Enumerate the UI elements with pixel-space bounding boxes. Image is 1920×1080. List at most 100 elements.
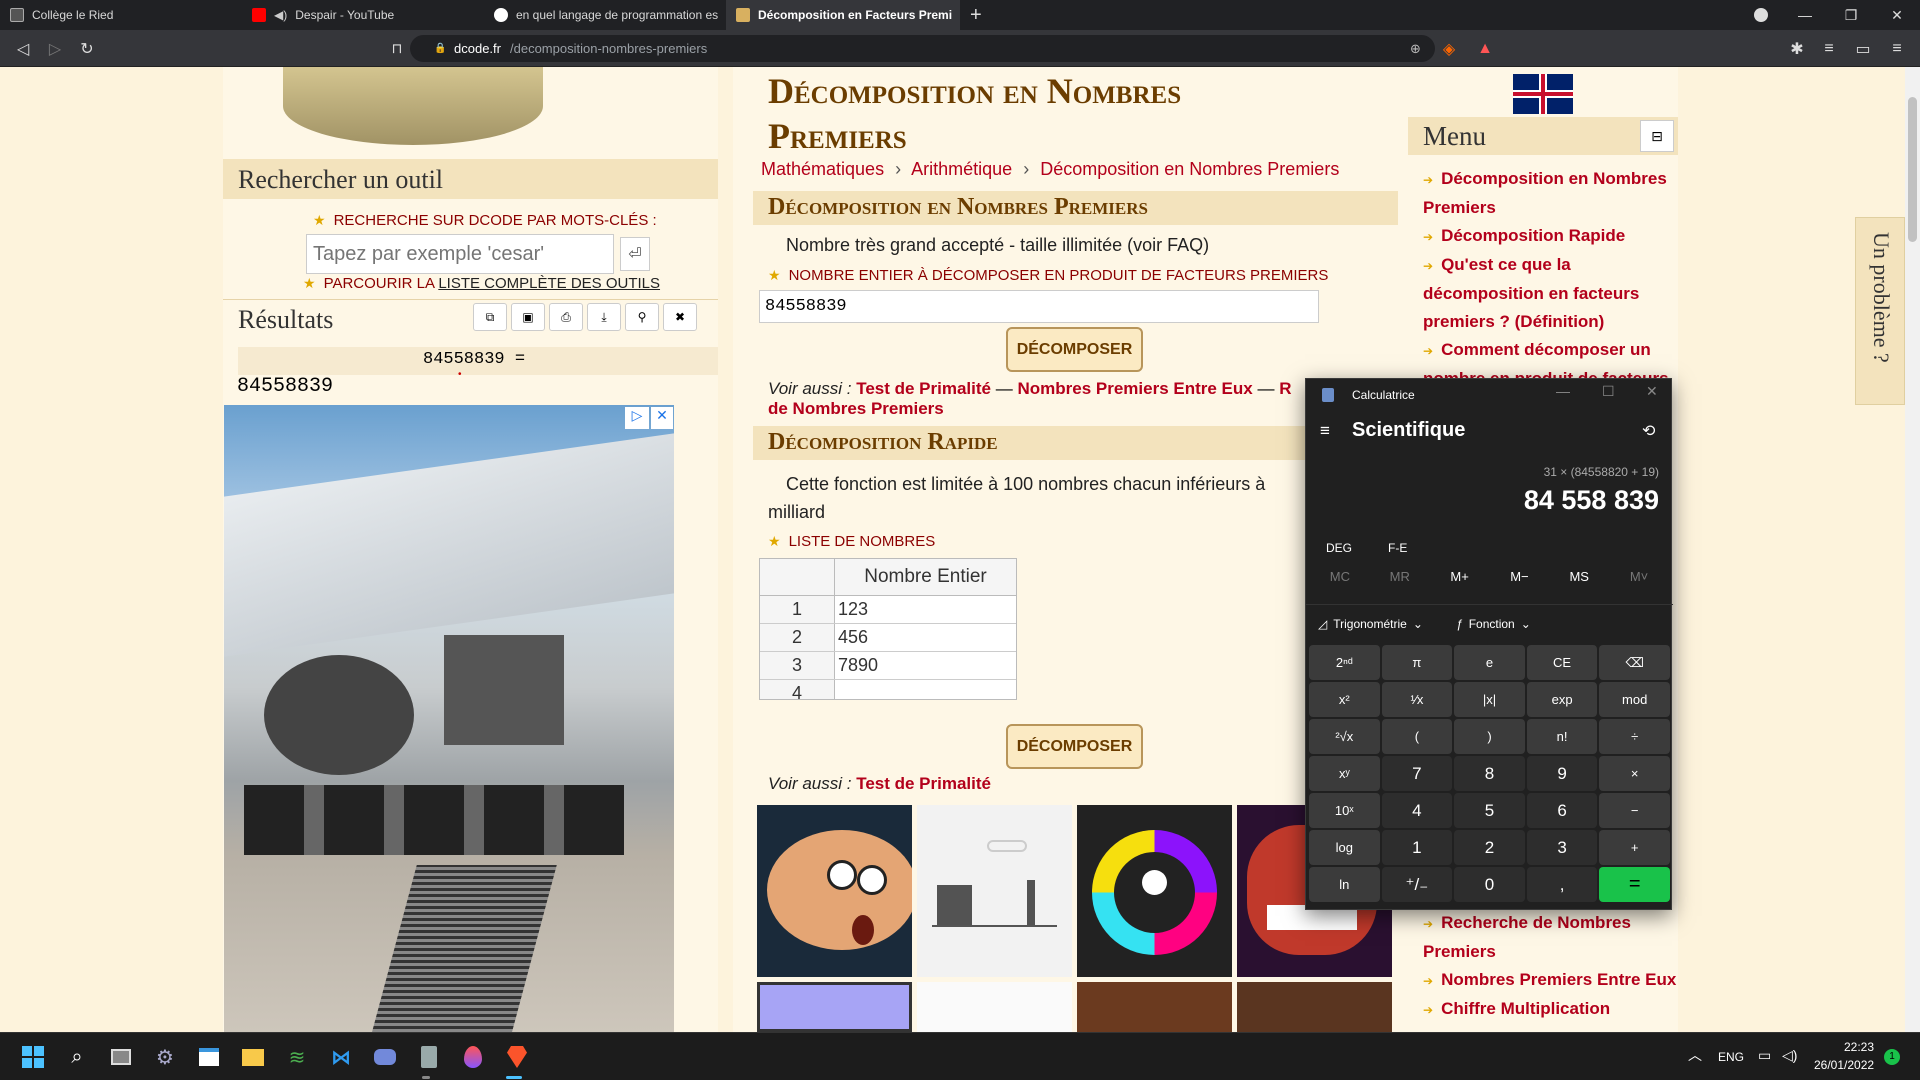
close-window-icon[interactable]: ✕: [1874, 0, 1920, 30]
game-thumbnail[interactable]: [1077, 805, 1232, 977]
store-icon[interactable]: [194, 1042, 224, 1072]
playlist-icon[interactable]: ≡: [1814, 30, 1844, 67]
problem-tab[interactable]: Un problème ?: [1855, 217, 1905, 405]
flame-app-icon[interactable]: [458, 1042, 488, 1072]
full-tools-list-link[interactable]: LISTE COMPLÈTE DES OUTILS: [438, 275, 660, 292]
decompose-button[interactable]: DÉCOMPOSER: [1006, 327, 1143, 372]
ln-key[interactable]: ln: [1309, 867, 1380, 902]
tab-google[interactable]: en quel langage de programmation es: [484, 0, 724, 30]
clock-time[interactable]: 22:23: [1814, 1040, 1874, 1054]
table-row[interactable]: 2 456: [760, 624, 1016, 652]
menu-item-cont[interactable]: premiers ? (Définition): [1423, 308, 1678, 336]
extensions-icon[interactable]: ✱: [1782, 30, 1812, 67]
factorial-key[interactable]: n!: [1526, 719, 1598, 754]
digit-6-key[interactable]: 6: [1526, 793, 1598, 828]
abs-key[interactable]: |x|: [1454, 682, 1525, 717]
page-scrollbar[interactable]: [1905, 67, 1920, 1032]
url-bar[interactable]: 🔒 dcode.fr /decomposition-nombres-premie…: [410, 35, 1435, 62]
see-also-link[interactable]: Nombres Premiers Entre Eux: [1017, 379, 1252, 398]
row-value[interactable]: 123: [835, 596, 1016, 623]
scrollbar-thumb[interactable]: [1908, 97, 1917, 242]
forward-icon[interactable]: ▷: [40, 30, 70, 67]
trigonometry-dropdown[interactable]: ◿ Trigonométrie ⌄: [1318, 617, 1423, 631]
tab-search-icon[interactable]: [1738, 0, 1784, 30]
zoom-icon[interactable]: ⊕: [1410, 41, 1421, 57]
calculator-taskbar-icon[interactable]: [414, 1042, 444, 1072]
see-also-link[interactable]: Test de Primalité: [856, 379, 991, 398]
menu-item-cont[interactable]: Premiers: [1423, 194, 1678, 222]
numbers-table[interactable]: Nombre Entier 1 123 2 456 3 7890 4: [759, 558, 1017, 700]
menu-item[interactable]: ➔ Décomposition Rapide: [1423, 222, 1678, 251]
restore-icon[interactable]: ❐: [1828, 0, 1874, 30]
minimize-icon[interactable]: —: [1782, 0, 1828, 30]
digit-7-key[interactable]: 7: [1381, 756, 1453, 791]
new-tab-button[interactable]: +: [970, 4, 982, 27]
e-key[interactable]: e: [1454, 645, 1525, 680]
square-key[interactable]: x²: [1309, 682, 1380, 717]
tab-college[interactable]: Collège le Ried: [0, 0, 240, 30]
fe-toggle[interactable]: F-E: [1388, 541, 1407, 555]
search-submit-icon[interactable]: ⏎: [620, 237, 650, 271]
volume-icon[interactable]: ◁): [1782, 1047, 1797, 1064]
row-value[interactable]: 456: [835, 624, 1016, 651]
digit-0-key[interactable]: 0: [1454, 867, 1525, 902]
clock-date[interactable]: 26/01/2022: [1814, 1058, 1874, 1072]
table-row[interactable]: 3 7890: [760, 652, 1016, 680]
table-row[interactable]: 4: [760, 680, 1016, 699]
open-paren-key[interactable]: (: [1381, 719, 1453, 754]
digit-9-key[interactable]: 9: [1526, 756, 1598, 791]
tray-chevron-up-icon[interactable]: ︿: [1688, 1045, 1702, 1065]
reload-icon[interactable]: ↻: [72, 30, 102, 67]
ten-power-key[interactable]: 10ˣ: [1309, 793, 1380, 828]
breadcrumb-item[interactable]: Mathématiques: [761, 159, 884, 179]
speaker-icon[interactable]: ◀): [274, 8, 287, 22]
memory-list-button[interactable]: M˅: [1609, 569, 1669, 584]
see-also-link[interactable]: R: [1279, 379, 1291, 398]
sqrt-key[interactable]: ²√x: [1309, 719, 1380, 754]
clear-entry-key[interactable]: CE: [1526, 645, 1598, 680]
calc-close-icon[interactable]: ✕: [1646, 383, 1658, 400]
pi-key[interactable]: π: [1381, 645, 1453, 680]
brave-shield-icon[interactable]: ◈: [1434, 30, 1464, 67]
table-row[interactable]: 1 123: [760, 596, 1016, 624]
game-thumbnail[interactable]: [757, 805, 912, 977]
pin-icon[interactable]: ⚲: [625, 303, 659, 331]
tab-dcode[interactable]: Décomposition en Facteurs Premi ✕: [726, 0, 960, 30]
menu-item[interactable]: ➔ Décomposition en Nombres: [1423, 165, 1678, 194]
menu-item[interactable]: ➔ Chiffre Multiplication: [1423, 995, 1678, 1024]
exp-key[interactable]: exp: [1526, 682, 1598, 717]
ad-close-icon[interactable]: ✕: [651, 407, 673, 429]
bookmark-icon[interactable]: ⊓: [382, 30, 412, 67]
menu-item[interactable]: ➔ Comment décomposer un: [1423, 336, 1678, 365]
task-view-icon[interactable]: [106, 1042, 136, 1072]
browser-menu-icon[interactable]: ≡: [1882, 30, 1912, 67]
search-icon[interactable]: ⌕: [62, 1042, 92, 1072]
game-thumbnail[interactable]: [917, 982, 1072, 1032]
row-value[interactable]: [835, 680, 1016, 699]
memory-recall-button[interactable]: MR: [1370, 569, 1430, 584]
layers-app-icon[interactable]: ≋: [282, 1042, 312, 1072]
plus-key[interactable]: +: [1599, 830, 1670, 865]
file-explorer-icon[interactable]: [238, 1042, 268, 1072]
advertisement-image[interactable]: [224, 405, 674, 1032]
deg-toggle[interactable]: DEG: [1326, 541, 1352, 555]
power-key[interactable]: xʸ: [1309, 756, 1380, 791]
start-icon[interactable]: [18, 1042, 48, 1072]
print-icon[interactable]: ⎙: [549, 303, 583, 331]
language-indicator[interactable]: ENG: [1718, 1050, 1744, 1064]
menu-toggle-icon[interactable]: ⊟: [1640, 120, 1674, 152]
divide-key[interactable]: ÷: [1599, 719, 1670, 754]
discord-icon[interactable]: [370, 1042, 400, 1072]
vscode-icon[interactable]: ⋈: [326, 1042, 356, 1072]
breadcrumb-item[interactable]: Arithmétique: [911, 159, 1012, 179]
digit-8-key[interactable]: 8: [1454, 756, 1525, 791]
number-input[interactable]: [759, 290, 1319, 323]
game-thumbnail[interactable]: [917, 805, 1072, 977]
close-results-icon[interactable]: ✖: [663, 303, 697, 331]
download-icon[interactable]: ⤓: [587, 303, 621, 331]
function-dropdown[interactable]: ƒ Fonction ⌄: [1456, 617, 1531, 631]
brave-browser-icon[interactable]: [502, 1042, 532, 1072]
backspace-icon[interactable]: ⌫: [1599, 645, 1670, 680]
memory-clear-button[interactable]: MC: [1310, 569, 1370, 584]
minus-key[interactable]: −: [1599, 793, 1670, 828]
